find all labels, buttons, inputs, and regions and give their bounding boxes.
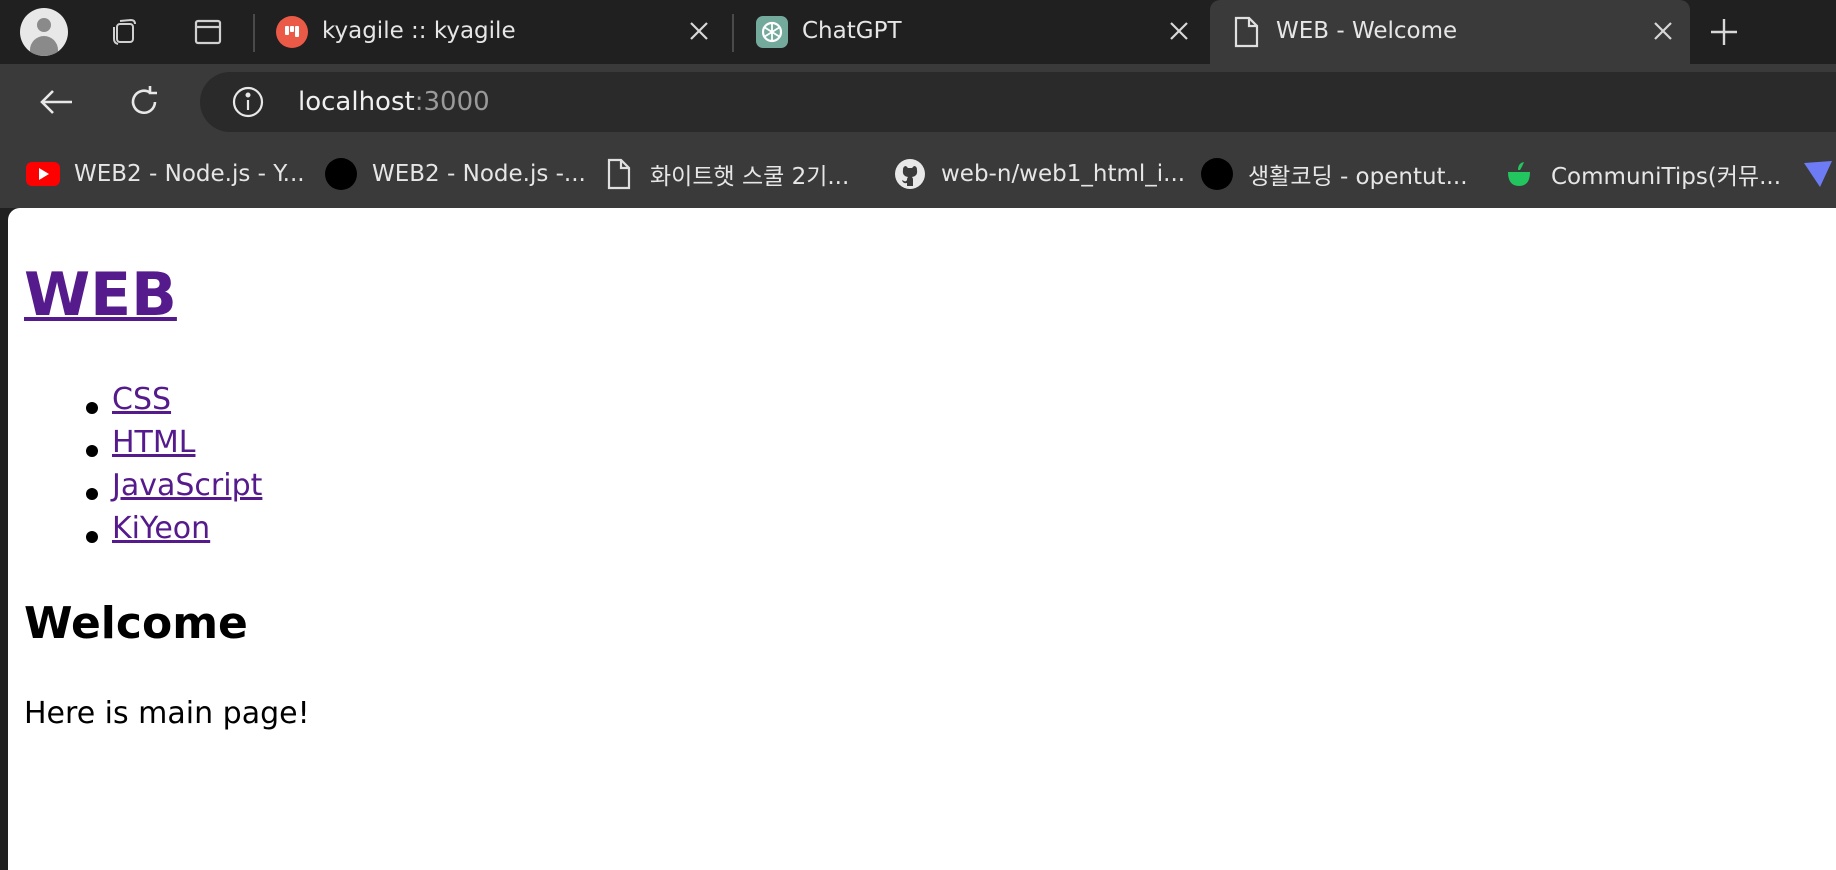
black-circle-icon [324,157,358,191]
topic-list: CSS HTML JavaScript KiYeon [24,382,262,554]
tab-divider [732,14,734,52]
youtube-icon [26,157,60,191]
black-circle-icon [1200,157,1234,191]
bookmark-item[interactable]: CommuniTips(커뮤... [1503,154,1781,194]
page-heading: WEB [24,260,177,330]
tab-web-welcome[interactable]: WEB - Welcome [1210,0,1690,64]
url-text: localhost:3000 [298,87,490,117]
page-viewport: WEB CSS HTML JavaScript KiYeon Welcome H… [8,208,1836,870]
reload-icon[interactable] [122,80,166,124]
trello-icon [276,16,308,48]
tab-title: WEB - Welcome [1276,18,1458,44]
vertical-tabs-icon[interactable] [190,14,226,50]
url-host: localhost [298,87,415,117]
chatgpt-icon [756,16,788,48]
site-info-icon[interactable] [232,86,264,118]
home-link[interactable]: WEB [24,260,177,330]
list-item: CSS [24,382,262,425]
workspaces-icon[interactable] [106,14,142,50]
close-icon[interactable] [686,18,712,44]
address-bar[interactable]: localhost:3000 [200,72,1836,132]
topic-link-kiyeon[interactable]: KiYeon [112,511,210,546]
tab-strip: kyagile :: kyagile ChatGPT WEB - Welcome [0,0,1836,64]
bookmark-item[interactable]: 생활코딩 - opentut... [1200,154,1468,194]
cup-icon [1503,157,1537,191]
topic-link-html[interactable]: HTML [112,425,195,460]
close-icon[interactable] [1650,18,1676,44]
bookmark-overflow-icon[interactable] [1800,154,1834,194]
bookmarks-bar: WEB2 - Node.js - Y... WEB2 - Node.js -..… [0,142,1836,208]
topic-link-javascript[interactable]: JavaScript [112,468,262,503]
body-text: Here is main page! [24,696,310,731]
document-icon [1230,16,1262,48]
profile-avatar-icon[interactable] [20,8,68,56]
list-item: KiYeon [24,511,262,554]
close-icon[interactable] [1166,18,1192,44]
topic-link-css[interactable]: CSS [112,382,171,417]
tab-divider [253,14,255,52]
tab-chatgpt[interactable]: ChatGPT [736,0,1206,64]
tab-title: ChatGPT [802,18,902,44]
tab-title: kyagile :: kyagile [322,18,516,44]
url-port: :3000 [414,87,490,117]
new-tab-icon[interactable] [1706,14,1742,50]
list-item: JavaScript [24,468,262,511]
tab-kyagile[interactable]: kyagile :: kyagile [256,0,726,64]
address-toolbar: localhost:3000 [0,64,1836,142]
section-title: Welcome [24,598,248,649]
back-arrow-icon[interactable] [34,80,78,124]
bookmark-item[interactable]: WEB2 - Node.js - Y... [26,154,305,194]
list-item: HTML [24,425,262,468]
bookmark-item[interactable]: 화이트햇 스쿨 2기... [602,154,849,194]
bookmark-item[interactable]: WEB2 - Node.js -... [324,154,586,194]
bookmark-item[interactable]: web-n/web1_html_i... [893,154,1185,194]
github-icon [893,157,927,191]
document-icon [602,157,636,191]
